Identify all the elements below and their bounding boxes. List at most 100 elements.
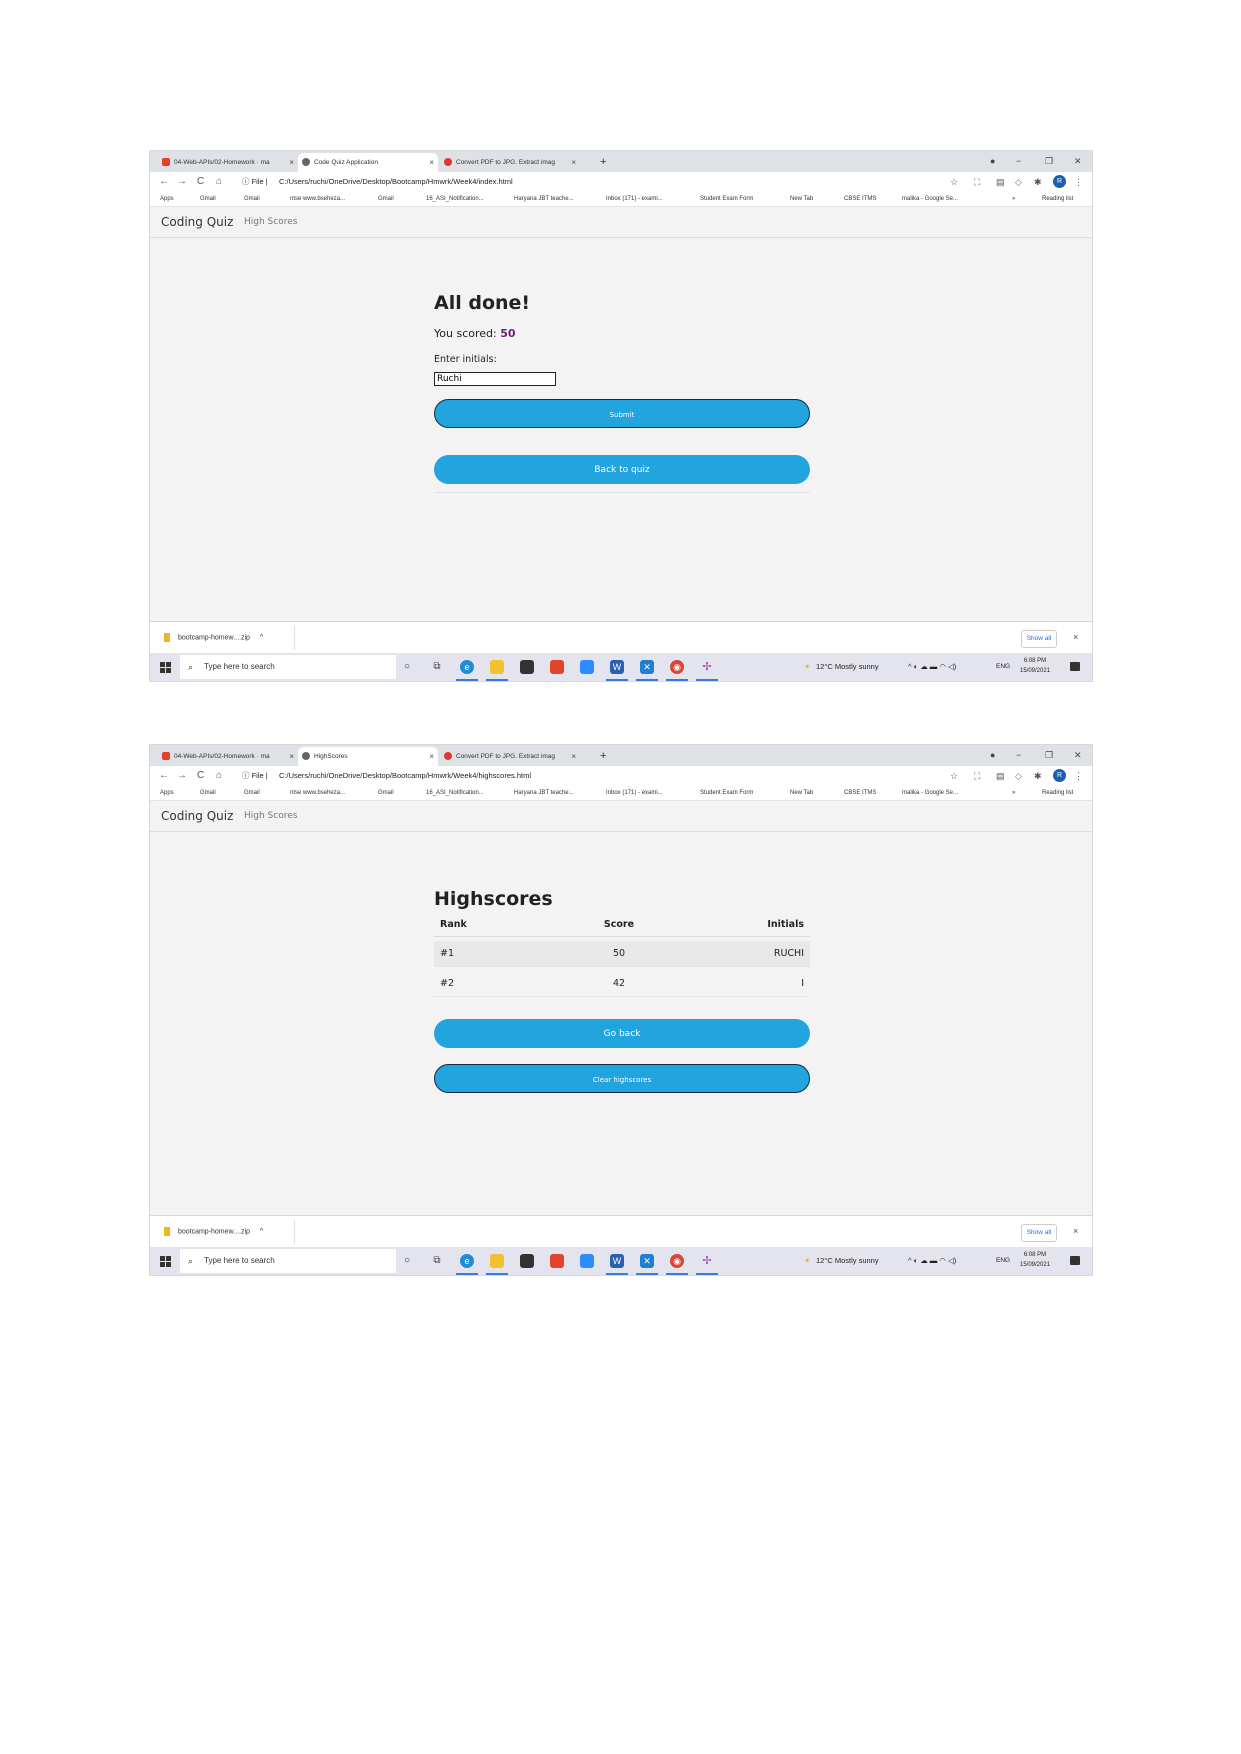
- edge-icon[interactable]: e: [460, 660, 474, 674]
- bookmark-gmail[interactable]: Gmail: [200, 786, 216, 800]
- tab-close-icon[interactable]: ×: [429, 153, 434, 172]
- clock[interactable]: 6:08 PM 15/09/2021: [1020, 1250, 1050, 1270]
- bookmark-apps[interactable]: Apps: [160, 786, 174, 800]
- bookmark-cbse[interactable]: CBSE ITMS: [844, 192, 876, 206]
- forward-button[interactable]: →: [177, 769, 187, 783]
- taskbar-search-input[interactable]: ⌕ Type here to search: [180, 1249, 396, 1273]
- bookmark-inbox[interactable]: Inbox (171) - exami...: [606, 786, 663, 800]
- notification-icon[interactable]: [1070, 1256, 1080, 1265]
- home-button[interactable]: ⌂: [216, 175, 222, 189]
- profile-dot-icon[interactable]: ●: [990, 153, 995, 170]
- close-icon[interactable]: ×: [1073, 632, 1078, 642]
- office-icon[interactable]: [550, 660, 564, 674]
- clock[interactable]: 6:08 PM 15/09/2021: [1020, 656, 1050, 676]
- bookmark-gmail[interactable]: Gmail: [378, 192, 394, 206]
- clear-highscores-button[interactable]: Clear highscores: [434, 1064, 810, 1093]
- vscode-icon[interactable]: ✕: [640, 660, 654, 674]
- tray-icons[interactable]: ^ ◐ ☁ ▬ ◠ ◁): [908, 1247, 956, 1275]
- profile-dot-icon[interactable]: ●: [990, 747, 995, 764]
- extension-icon[interactable]: ⛶: [974, 175, 980, 189]
- slack-icon[interactable]: ✢: [700, 1254, 714, 1268]
- task-view-icon[interactable]: ⧉: [430, 660, 444, 674]
- initials-input[interactable]: [434, 372, 556, 386]
- url-input[interactable]: C:/Users/ruchi/OneDrive/Desktop/Bootcamp…: [279, 175, 513, 189]
- tab-convert-pdf[interactable]: Convert PDF to JPG. Extract imag ×: [440, 153, 580, 172]
- cortana-icon[interactable]: ○: [400, 660, 414, 674]
- download-item[interactable]: bootcamp-homew....zip ^: [164, 1227, 263, 1236]
- office-icon[interactable]: [550, 1254, 564, 1268]
- forward-button[interactable]: →: [177, 175, 187, 189]
- bookmark-cbse[interactable]: CBSE ITMS: [844, 786, 876, 800]
- home-button[interactable]: ⌂: [216, 769, 222, 783]
- bookmark-malika[interactable]: malika - Google Se...: [902, 192, 958, 206]
- brand-title[interactable]: Coding Quiz: [161, 215, 233, 229]
- bookmark-gmail[interactable]: Gmail: [200, 192, 216, 206]
- tab-convert-pdf[interactable]: Convert PDF to JPG. Extract imag ×: [440, 747, 580, 766]
- chrome-icon[interactable]: ◉: [670, 660, 684, 674]
- bookmark-new-tab[interactable]: New Tab: [790, 786, 813, 800]
- go-back-button[interactable]: Go back: [434, 1019, 810, 1048]
- tab-close-icon[interactable]: ×: [289, 153, 294, 172]
- tab-homework[interactable]: 04-Web-APIs/02-Homework · ma ×: [158, 747, 298, 766]
- high-scores-link[interactable]: High Scores: [244, 217, 297, 227]
- extension-icon[interactable]: ◇: [1015, 769, 1022, 783]
- reload-button[interactable]: C: [197, 769, 204, 783]
- show-all-button[interactable]: Show all: [1021, 1224, 1057, 1242]
- tab-close-icon[interactable]: ×: [289, 747, 294, 766]
- new-tab-button[interactable]: +: [600, 747, 606, 766]
- show-all-button[interactable]: Show all: [1021, 630, 1057, 648]
- reading-list[interactable]: Reading list: [1042, 786, 1073, 800]
- download-item[interactable]: bootcamp-homew....zip ^: [164, 633, 263, 642]
- bookmark-gmail[interactable]: Gmail: [244, 786, 260, 800]
- weather-text[interactable]: 12°C Mostly sunny: [816, 653, 879, 681]
- minimize-button[interactable]: −: [1016, 747, 1021, 764]
- bookmark-notification[interactable]: 16_ASI_Notification...: [426, 786, 484, 800]
- menu-icon[interactable]: ⋮: [1074, 175, 1083, 189]
- submit-button[interactable]: Submit: [434, 399, 810, 428]
- url-input[interactable]: C:/Users/ruchi/OneDrive/Desktop/Bootcamp…: [279, 769, 531, 783]
- reading-list[interactable]: Reading list: [1042, 192, 1073, 206]
- extension-icon[interactable]: ◇: [1015, 175, 1022, 189]
- back-button[interactable]: ←: [159, 175, 169, 189]
- high-scores-link[interactable]: High Scores: [244, 811, 297, 821]
- tab-close-icon[interactable]: ×: [571, 747, 576, 766]
- chevron-up-icon[interactable]: ^: [260, 1228, 263, 1235]
- word-icon[interactable]: W: [610, 1254, 624, 1268]
- language-indicator[interactable]: ENG: [996, 1247, 1010, 1275]
- tab-highscores[interactable]: HighScores ×: [298, 747, 438, 766]
- new-tab-button[interactable]: +: [600, 153, 606, 172]
- bookmark-ntse[interactable]: ntse www.bseheza...: [290, 192, 345, 206]
- taskbar-search-input[interactable]: ⌕ Type here to search: [180, 655, 396, 679]
- bookmark-malika[interactable]: malika - Google Se...: [902, 786, 958, 800]
- file-explorer-icon[interactable]: [490, 660, 504, 674]
- store-icon[interactable]: [520, 1254, 534, 1268]
- language-indicator[interactable]: ENG: [996, 653, 1010, 681]
- tray-icons[interactable]: ^ ◐ ☁ ▬ ◠ ◁): [908, 653, 956, 681]
- star-icon[interactable]: ☆: [950, 175, 958, 189]
- tab-close-icon[interactable]: ×: [429, 747, 434, 766]
- bookmark-gmail[interactable]: Gmail: [378, 786, 394, 800]
- notification-icon[interactable]: [1070, 662, 1080, 671]
- maximize-button[interactable]: ❐: [1045, 747, 1053, 764]
- cortana-icon[interactable]: ○: [400, 1254, 414, 1268]
- brand-title[interactable]: Coding Quiz: [161, 809, 233, 823]
- windows-start-icon[interactable]: [160, 662, 171, 673]
- menu-icon[interactable]: ⋮: [1074, 769, 1083, 783]
- bookmarks-more[interactable]: »: [1012, 192, 1015, 206]
- bookmark-haryana[interactable]: Haryana JBT teache...: [514, 192, 574, 206]
- task-view-icon[interactable]: ⧉: [430, 1254, 444, 1268]
- zoom-icon[interactable]: [580, 1254, 594, 1268]
- tab-close-icon[interactable]: ×: [571, 153, 576, 172]
- tab-homework[interactable]: 04-Web-APIs/02-Homework · ma ×: [158, 153, 298, 172]
- zoom-icon[interactable]: [580, 660, 594, 674]
- file-explorer-icon[interactable]: [490, 1254, 504, 1268]
- minimize-button[interactable]: −: [1016, 153, 1021, 170]
- bookmarks-more[interactable]: »: [1012, 786, 1015, 800]
- extension-icon[interactable]: ▤: [996, 175, 1005, 189]
- bookmark-ntse[interactable]: ntse www.bseheza...: [290, 786, 345, 800]
- puzzle-icon[interactable]: ✱: [1034, 175, 1042, 189]
- extension-icon[interactable]: ▤: [996, 769, 1005, 783]
- windows-start-icon[interactable]: [160, 1256, 171, 1267]
- bookmark-new-tab[interactable]: New Tab: [790, 192, 813, 206]
- back-to-quiz-button[interactable]: Back to quiz: [434, 455, 810, 484]
